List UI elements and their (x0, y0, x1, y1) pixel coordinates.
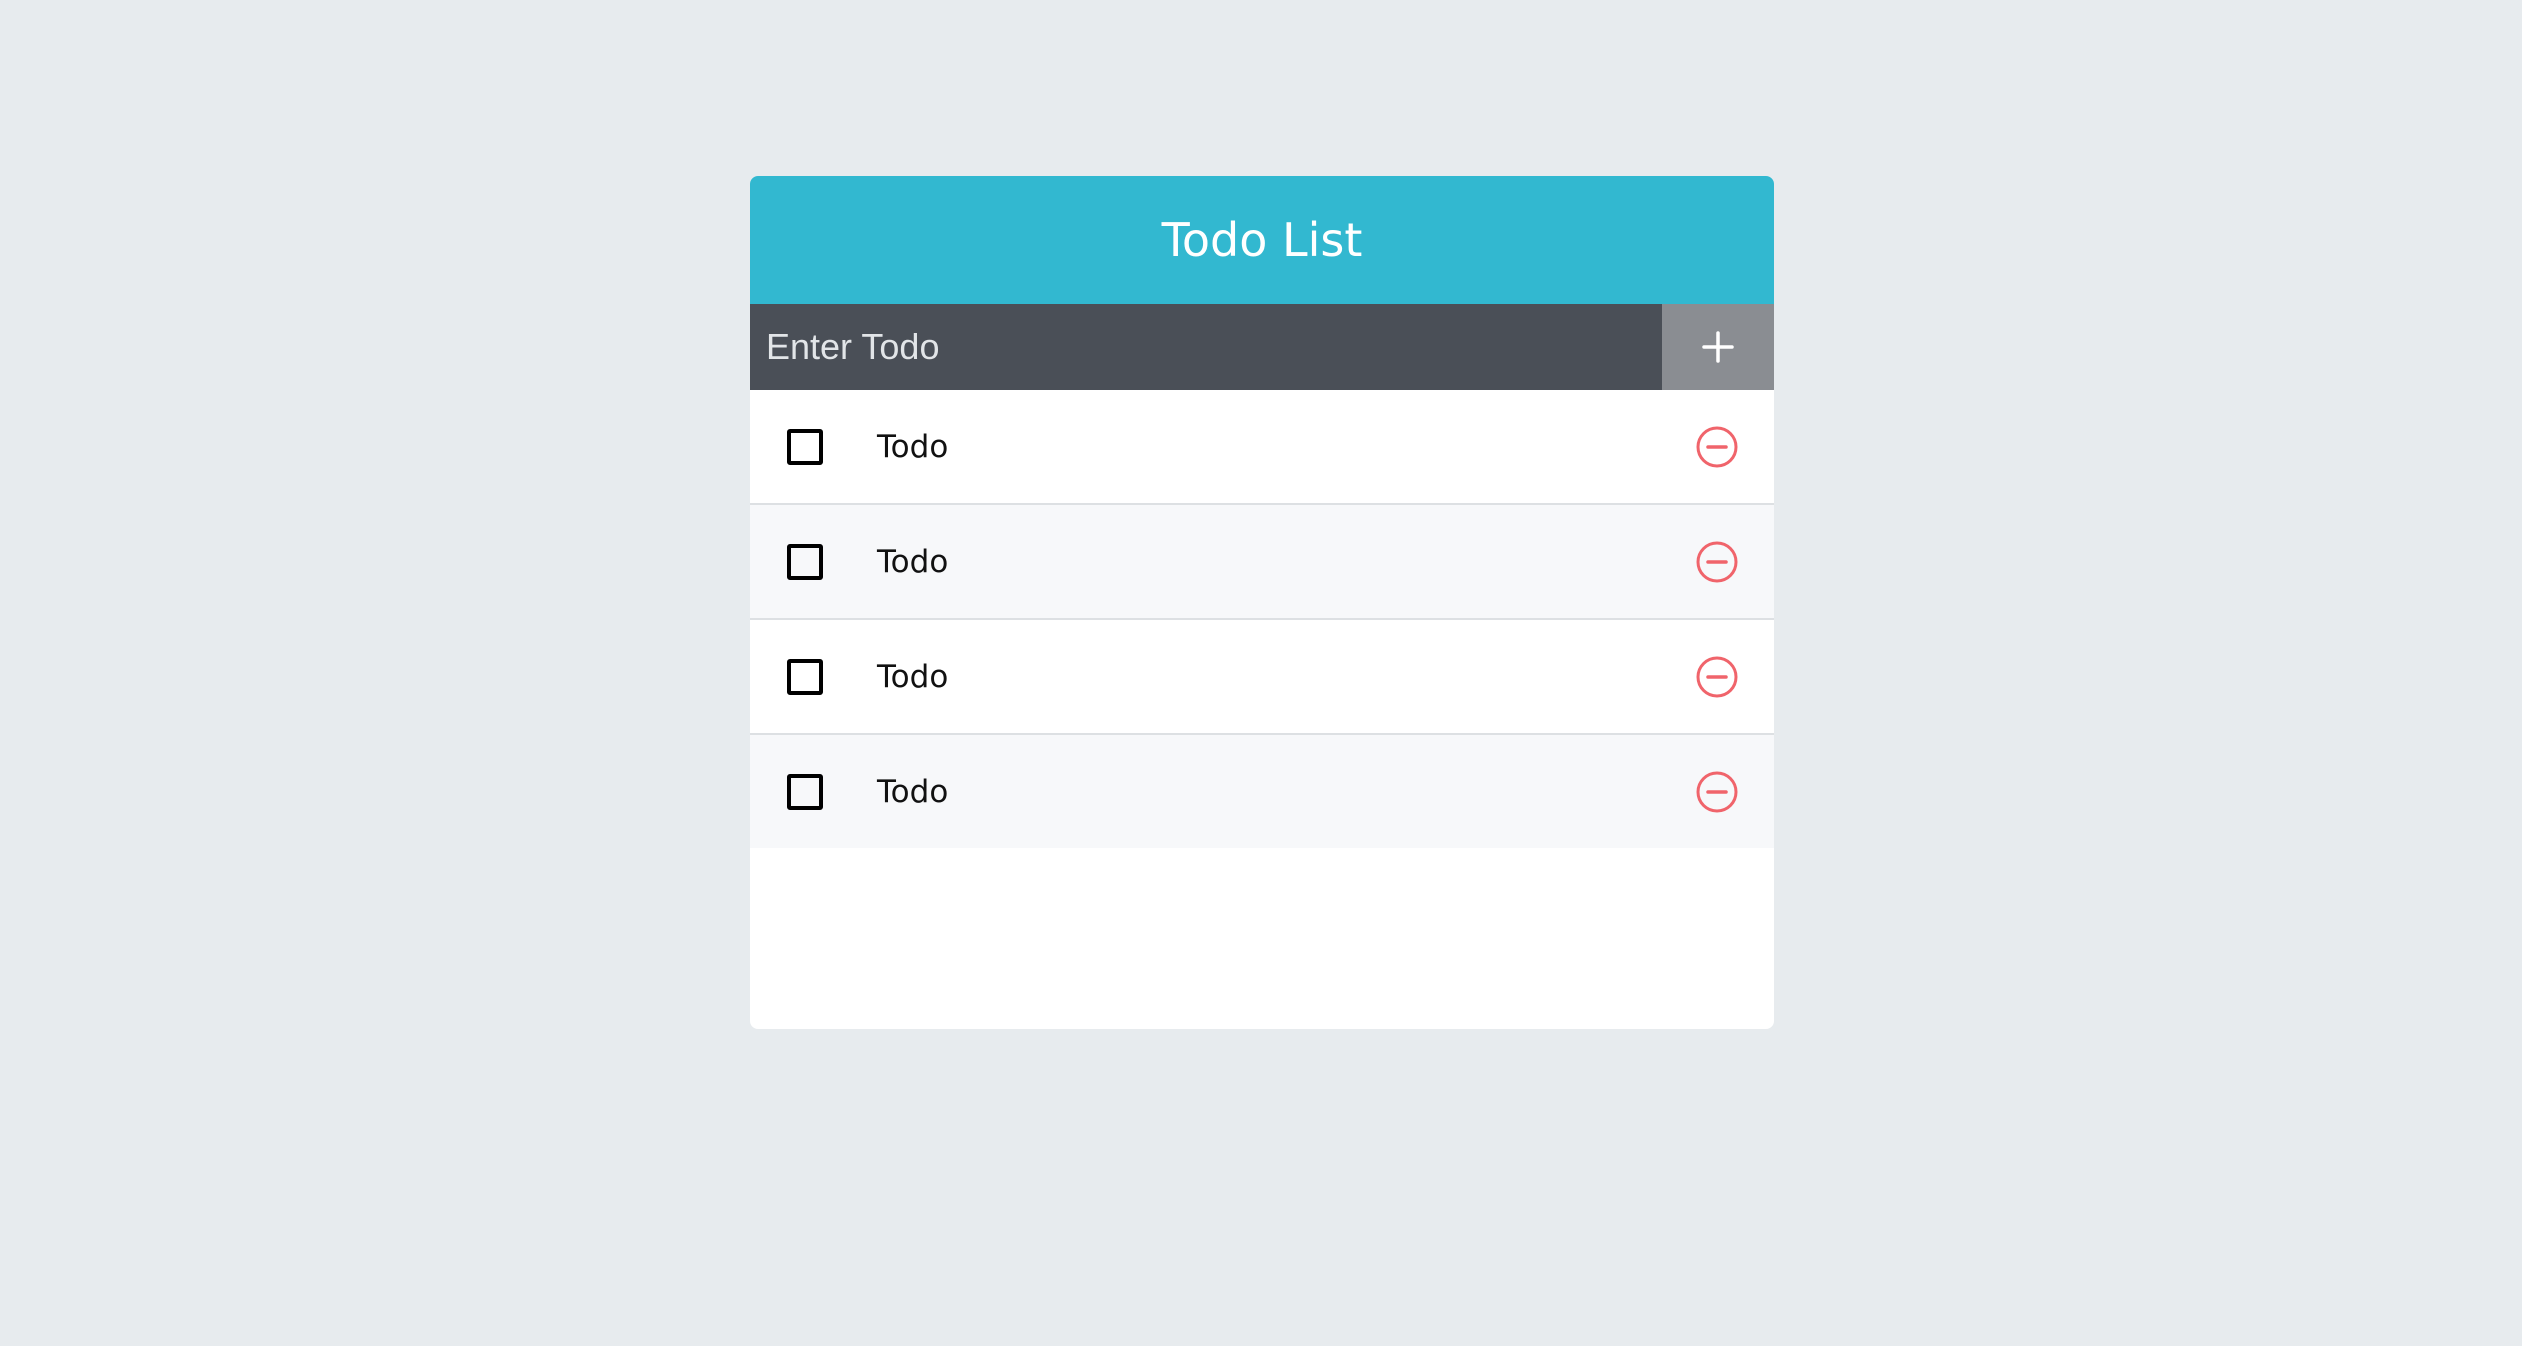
todo-card: Todo List Todo Todo (750, 176, 1774, 1029)
app-header: Todo List (750, 176, 1774, 304)
todo-checkbox[interactable] (787, 658, 823, 695)
todo-text: Todo (877, 543, 949, 580)
todo-text: Todo (877, 658, 949, 695)
todo-text: Todo (877, 773, 949, 810)
remove-circle-icon[interactable] (1695, 425, 1739, 469)
todo-text: Todo (877, 428, 949, 465)
todo-input-row (750, 304, 1774, 390)
todo-item: Todo (750, 735, 1774, 848)
app-title: Todo List (1161, 213, 1363, 267)
todo-checkbox[interactable] (787, 773, 823, 810)
plus-icon (1702, 331, 1734, 363)
remove-circle-icon[interactable] (1695, 540, 1739, 584)
todo-checkbox[interactable] (787, 543, 823, 580)
remove-circle-icon[interactable] (1695, 770, 1739, 814)
todo-item: Todo (750, 620, 1774, 735)
add-todo-button[interactable] (1662, 304, 1774, 390)
remove-circle-icon[interactable] (1695, 655, 1739, 699)
todo-item: Todo (750, 390, 1774, 505)
todo-input[interactable] (750, 304, 1662, 390)
todo-checkbox[interactable] (787, 428, 823, 465)
todo-list: Todo Todo Todo Todo (750, 390, 1774, 848)
todo-item: Todo (750, 505, 1774, 620)
